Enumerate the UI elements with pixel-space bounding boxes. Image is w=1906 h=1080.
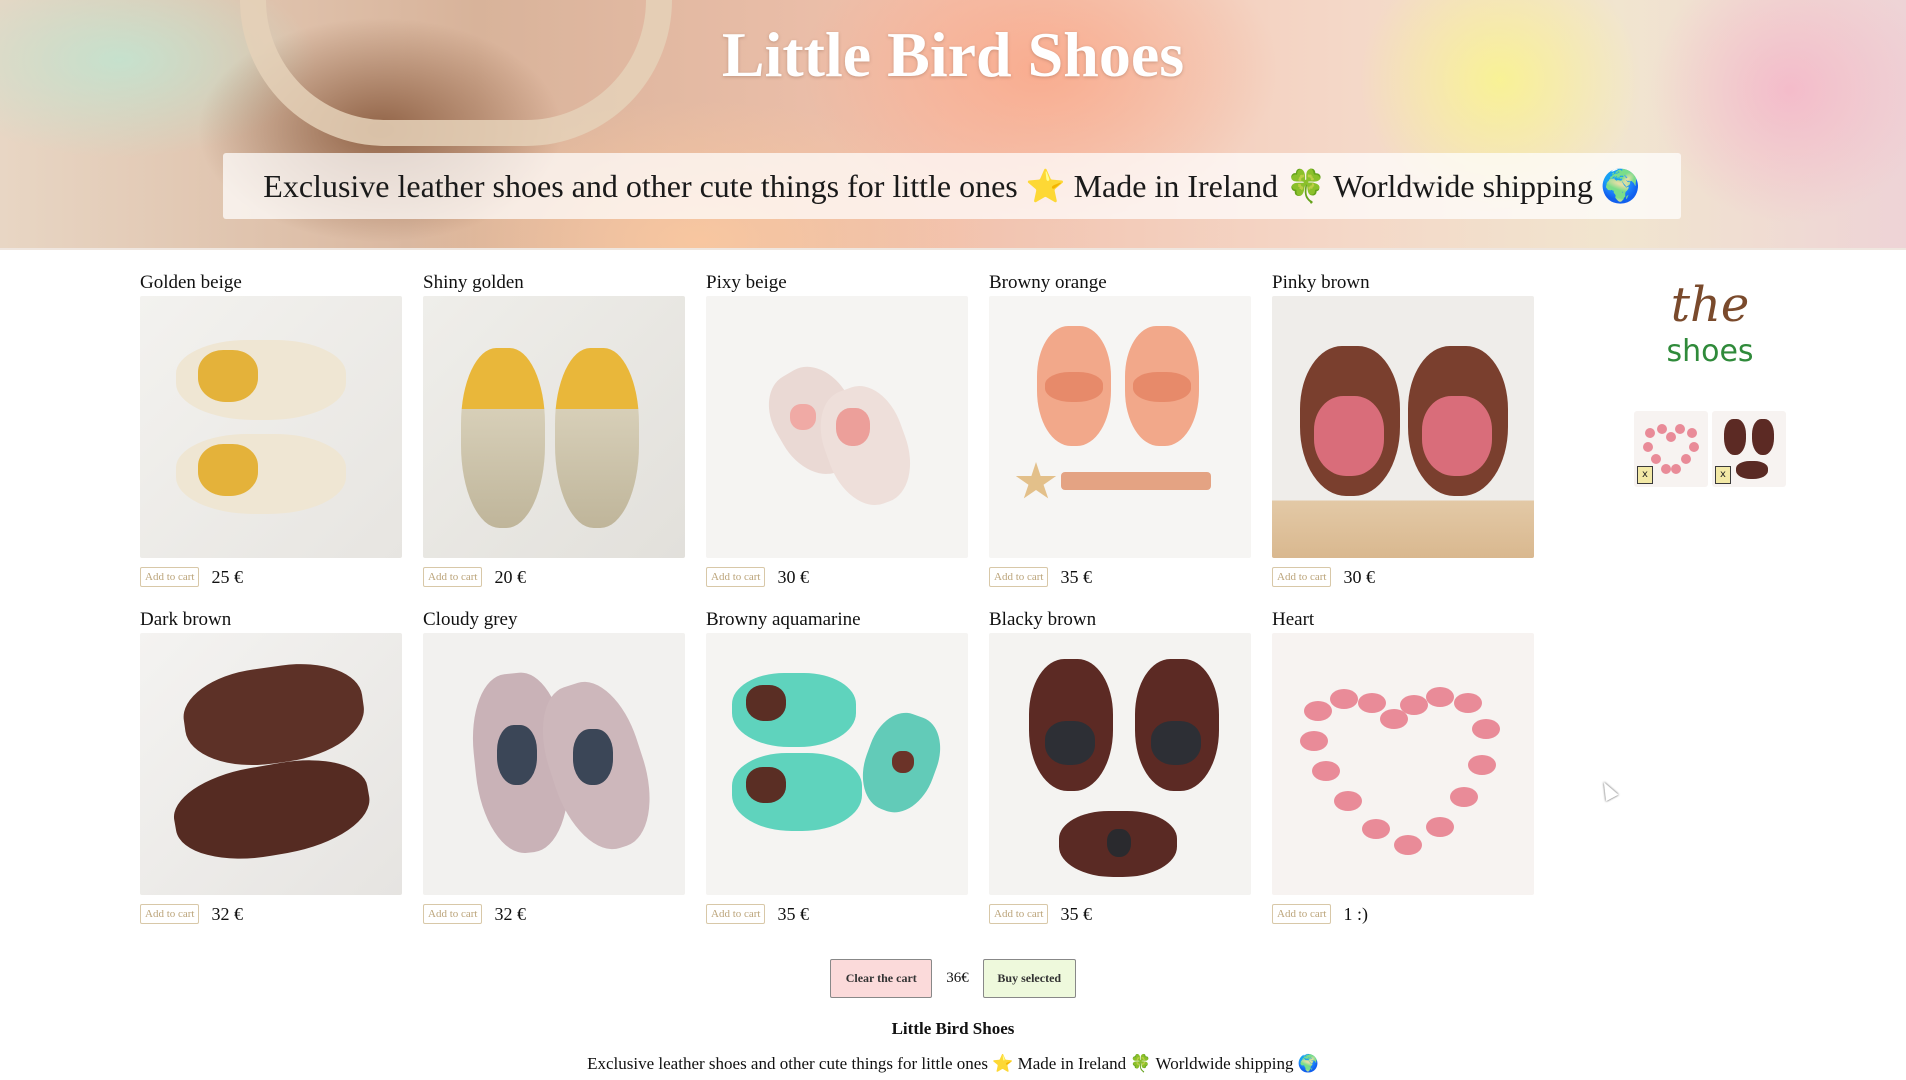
product-card: Cloudy grey Add to cart 32 €: [423, 607, 685, 925]
add-to-cart-button[interactable]: Add to cart: [989, 904, 1049, 924]
logo-shoes-text: shoes: [1666, 334, 1754, 369]
product-image-browny-orange[interactable]: [989, 296, 1251, 558]
remove-from-cart-button[interactable]: x: [1715, 466, 1731, 484]
cart-item-blacky-brown: x: [1712, 411, 1786, 487]
add-to-cart-button[interactable]: Add to cart: [140, 567, 200, 587]
product-name: Heart: [1272, 609, 1315, 630]
product-image-shiny-golden[interactable]: [423, 296, 685, 558]
product-name: Pixy beige: [706, 272, 787, 293]
brand-logo: the shoes: [1660, 275, 1760, 395]
product-price: 30 €: [777, 566, 809, 587]
product-price: 32 €: [211, 903, 243, 924]
product-image-heart[interactable]: [1272, 633, 1534, 895]
product-price: 30 €: [1343, 566, 1375, 587]
footer-tagline: Exclusive leather shoes and other cute t…: [587, 1054, 1319, 1073]
add-to-cart-button[interactable]: Add to cart: [1272, 904, 1332, 924]
product-card: Pixy beige Add to cart 30 €: [706, 270, 968, 588]
product-price: 32 €: [494, 903, 526, 924]
product-image-pixy-beige[interactable]: [706, 296, 968, 558]
clear-cart-button[interactable]: Clear the cart: [830, 959, 933, 998]
product-price: 1 :): [1343, 903, 1368, 924]
product-image-blacky-brown[interactable]: [989, 633, 1251, 895]
cart-item-heart: x: [1634, 411, 1708, 487]
add-to-cart-button[interactable]: Add to cart: [423, 567, 483, 587]
product-card: Heart Add to cart 1:): [1272, 607, 1534, 925]
product-price: 20 €: [494, 566, 526, 587]
product-image-dark-brown[interactable]: [140, 633, 402, 895]
product-card: Dark brown Add to cart 32 €: [140, 607, 402, 925]
product-image-pinky-brown[interactable]: [1272, 296, 1534, 558]
cart-items: x x: [1634, 411, 1786, 487]
add-to-cart-button[interactable]: Add to cart: [706, 904, 766, 924]
product-name: Browny aquamarine: [706, 609, 861, 630]
product-price: 35 €: [1060, 566, 1092, 587]
heart-arrangement: [1300, 687, 1500, 855]
product-price: 35 €: [1060, 903, 1092, 924]
add-to-cart-button[interactable]: Add to cart: [423, 904, 483, 924]
logo-the-text: the: [1670, 277, 1750, 333]
product-image-golden-beige[interactable]: [140, 296, 402, 558]
mouse-cursor-icon: [1597, 778, 1619, 802]
remove-from-cart-button[interactable]: x: [1637, 466, 1653, 484]
footer-title: Little Bird Shoes: [891, 1019, 1015, 1038]
product-name: Golden beige: [140, 272, 242, 293]
buy-selected-button[interactable]: Buy selected: [982, 959, 1076, 998]
product-name: Pinky brown: [1272, 272, 1370, 293]
product-price: 35 €: [777, 903, 809, 924]
product-card: Pinky brown Add to cart 30 €: [1272, 270, 1534, 588]
product-card: Blacky brown Add to cart 35 €: [989, 607, 1251, 925]
product-card: Shiny golden Add to cart 20 €: [423, 270, 685, 588]
product-name: Shiny golden: [423, 272, 524, 293]
page-tagline: Exclusive leather shoes and other cute t…: [223, 153, 1681, 219]
page-title: Little Bird Shoes: [721, 19, 1185, 90]
add-to-cart-button[interactable]: Add to cart: [140, 904, 200, 924]
cart-total: 36€: [946, 970, 969, 986]
product-name: Cloudy grey: [423, 609, 518, 630]
product-card: Golden beige Add to cart 25 €: [140, 270, 402, 588]
add-to-cart-button[interactable]: Add to cart: [706, 567, 766, 587]
product-name: Dark brown: [140, 609, 232, 630]
product-name: Browny orange: [989, 272, 1107, 293]
product-price: 25 €: [211, 566, 243, 587]
add-to-cart-button[interactable]: Add to cart: [989, 567, 1049, 587]
product-image-browny-aquamarine[interactable]: [706, 633, 968, 895]
product-name: Blacky brown: [989, 609, 1097, 630]
product-card: Browny orange Add to cart 35 €: [989, 270, 1251, 588]
header-banner: Little Bird Shoes Exclusive leather shoe…: [0, 0, 1906, 250]
product-card: Browny aquamarine Add to cart 35 €: [706, 607, 968, 925]
add-to-cart-button[interactable]: Add to cart: [1272, 567, 1332, 587]
cart-controls: Clear the cart 36€ Buy selected: [0, 959, 1906, 998]
product-image-cloudy-grey[interactable]: [423, 633, 685, 895]
